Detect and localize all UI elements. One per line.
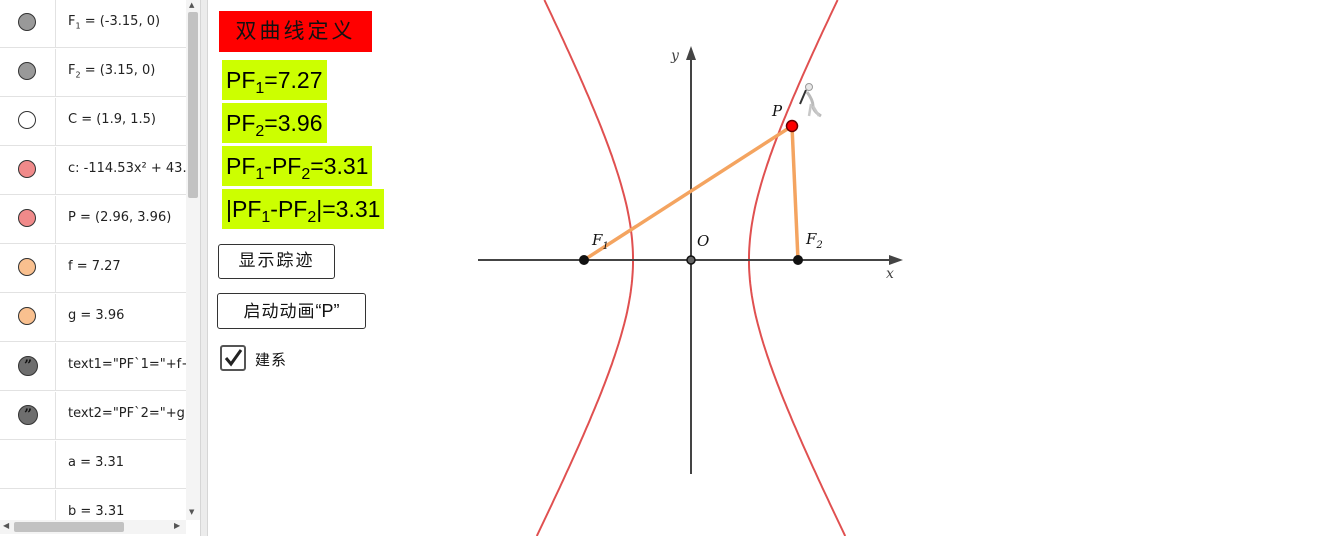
point-p-label: P bbox=[771, 102, 783, 120]
visibility-marble-icon[interactable] bbox=[18, 111, 36, 129]
start-animation-point-label: “P” bbox=[315, 301, 340, 321]
pf1-value-text: PF1=7.27 bbox=[222, 60, 327, 100]
hyperbola-right-branch[interactable] bbox=[748, 0, 847, 536]
show-trace-button[interactable]: 显示踪迹 bbox=[218, 244, 335, 279]
algebra-view: F1 = (-3.15, 0) F2 = (3.15, 0) C = (1.9, 1… bbox=[0, 0, 200, 536]
scroll-up-arrow-icon[interactable]: ▲ bbox=[189, 1, 194, 9]
point-p[interactable] bbox=[785, 119, 799, 133]
visibility-toggle-cell[interactable] bbox=[0, 490, 56, 520]
view-splitter[interactable] bbox=[200, 0, 208, 536]
visibility-marble-icon[interactable] bbox=[18, 209, 36, 227]
horizontal-scroll-thumb[interactable] bbox=[14, 522, 124, 532]
visibility-toggle-cell[interactable] bbox=[0, 196, 56, 244]
algebra-row[interactable]: a = 3.31 bbox=[0, 441, 186, 489]
visibility-marble-icon[interactable] bbox=[18, 258, 36, 276]
algebra-definition[interactable]: F1 = (-3.15, 0) bbox=[68, 14, 186, 31]
visibility-toggle-cell[interactable] bbox=[0, 294, 56, 342]
algebra-row[interactable]: F1 = (-3.15, 0) bbox=[0, 0, 186, 48]
algebra-definition[interactable]: text1="PF`1="+f+ bbox=[68, 357, 186, 372]
algebra-definition[interactable]: C = (1.9, 1.5) bbox=[68, 112, 186, 127]
focus-f1-label: F1 bbox=[591, 231, 609, 252]
focus-f2-label: F2 bbox=[805, 230, 823, 251]
algebra-definition[interactable]: a = 3.31 bbox=[68, 455, 186, 470]
algebra-definition[interactable]: c: -114.53x² + 43.95 bbox=[68, 161, 186, 176]
algebra-row[interactable]: C = (1.9, 1.5) bbox=[0, 98, 186, 146]
x-axis-arrow-icon bbox=[889, 255, 903, 265]
algebra-definition[interactable]: F2 = (3.15, 0) bbox=[68, 63, 186, 80]
algebra-definition[interactable]: text2="PF`2="+g+ bbox=[68, 406, 186, 421]
focus-f2-point[interactable] bbox=[793, 255, 803, 265]
text-object-quote-icon[interactable]: ” bbox=[18, 356, 38, 376]
coordinate-system-checkbox[interactable] bbox=[220, 345, 246, 371]
visibility-toggle-cell[interactable] bbox=[0, 98, 56, 146]
algebra-definition[interactable]: g = 3.96 bbox=[68, 308, 186, 323]
y-axis-arrow-icon bbox=[686, 46, 696, 60]
visibility-toggle-cell[interactable] bbox=[0, 245, 56, 293]
visibility-marble-icon[interactable] bbox=[18, 13, 36, 31]
algebra-row[interactable]: b = 3.31 bbox=[0, 490, 186, 520]
pf-difference-text: PF1-PF2=3.31 bbox=[222, 146, 373, 186]
text-object-quote-icon[interactable]: ” bbox=[18, 405, 38, 425]
visibility-toggle-cell[interactable] bbox=[0, 147, 56, 195]
visibility-marble-icon[interactable] bbox=[18, 160, 36, 178]
checkmark-icon bbox=[224, 349, 243, 367]
algebra-row[interactable]: g = 3.96 bbox=[0, 294, 186, 342]
algebra-row[interactable]: P = (2.96, 3.96) bbox=[0, 196, 186, 244]
start-animation-label: 启动动画 bbox=[243, 302, 316, 322]
x-axis-label: x bbox=[886, 266, 894, 282]
origin-label: O bbox=[697, 232, 709, 250]
hyperbola-left-branch[interactable] bbox=[535, 0, 634, 536]
visibility-marble-icon[interactable] bbox=[18, 62, 36, 80]
start-animation-button[interactable]: 启动动画“P” bbox=[217, 293, 366, 329]
visibility-toggle-cell[interactable]: ” bbox=[0, 392, 56, 440]
algebra-row[interactable]: ” text1="PF`1="+f+ bbox=[0, 343, 186, 391]
algebra-row[interactable]: f = 7.27 bbox=[0, 245, 186, 293]
algebra-row[interactable]: F2 = (3.15, 0) bbox=[0, 49, 186, 97]
scroll-left-arrow-icon[interactable]: ◀ bbox=[3, 521, 9, 530]
pf-abs-difference-text: |PF1-PF2|=3.31 bbox=[222, 189, 385, 229]
pf2-value-text: PF2=3.96 bbox=[222, 103, 327, 143]
visibility-toggle-cell[interactable] bbox=[0, 49, 56, 97]
coordinate-system-label: 建系 bbox=[255, 351, 288, 369]
segment-pf2[interactable] bbox=[790, 125, 800, 261]
algebra-list: F1 = (-3.15, 0) F2 = (3.15, 0) C = (1.9, 1… bbox=[0, 0, 186, 520]
vertical-scroll-thumb[interactable] bbox=[188, 12, 198, 198]
visibility-marble-icon[interactable] bbox=[18, 307, 36, 325]
visibility-toggle-cell[interactable] bbox=[0, 0, 56, 48]
origin-point[interactable] bbox=[686, 255, 696, 265]
algebra-definition[interactable]: f = 7.27 bbox=[68, 259, 186, 274]
algebra-definition[interactable]: b = 3.31 bbox=[68, 504, 186, 519]
algebra-vertical-scrollbar[interactable]: ▲ ▼ bbox=[186, 0, 200, 520]
segment-pf1[interactable] bbox=[583, 124, 793, 262]
visibility-toggle-cell[interactable] bbox=[0, 441, 56, 489]
algebra-horizontal-scrollbar[interactable]: ◀ ▶ bbox=[0, 520, 186, 534]
walking-figure-icon bbox=[799, 83, 822, 118]
algebra-row[interactable]: ” text2="PF`2="+g+ bbox=[0, 392, 186, 440]
graphics-view[interactable]: x y F1 F2 O P bbox=[208, 0, 1334, 536]
y-axis-label: y bbox=[670, 48, 680, 64]
title-label: 双曲线定义 bbox=[219, 11, 372, 52]
algebra-row[interactable]: c: -114.53x² + 43.95 bbox=[0, 147, 186, 195]
algebra-definition[interactable]: P = (2.96, 3.96) bbox=[68, 210, 186, 225]
scroll-down-arrow-icon[interactable]: ▼ bbox=[189, 508, 194, 516]
focus-f1-point[interactable] bbox=[579, 255, 589, 265]
visibility-toggle-cell[interactable]: ” bbox=[0, 343, 56, 391]
scroll-right-arrow-icon[interactable]: ▶ bbox=[174, 521, 180, 530]
